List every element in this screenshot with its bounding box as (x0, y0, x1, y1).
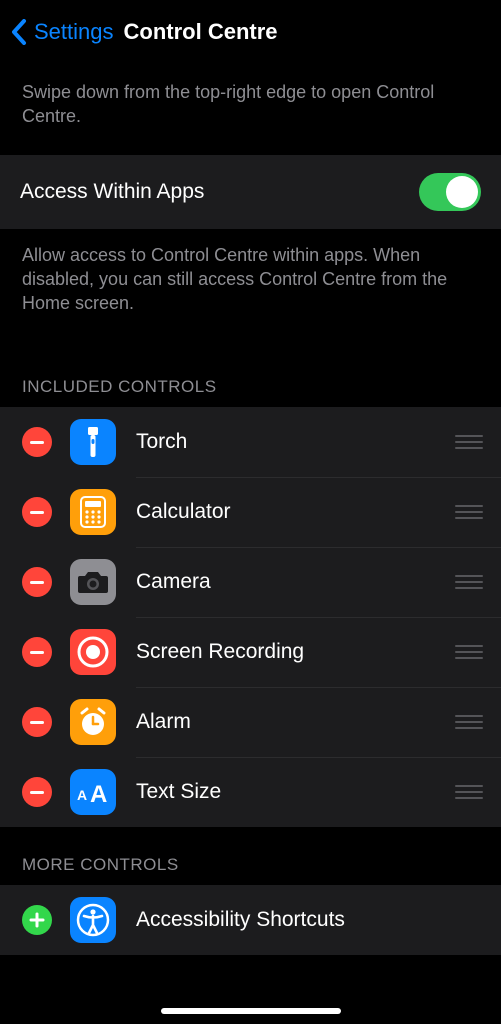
access-footer-text: Allow access to Control Centre within ap… (0, 229, 501, 350)
record-icon (70, 629, 116, 675)
remove-button[interactable] (22, 637, 52, 667)
access-within-apps-row: Access Within Apps (0, 155, 501, 229)
drag-handle[interactable] (455, 435, 483, 449)
row-label: Calculator (136, 500, 443, 524)
home-indicator[interactable] (161, 1008, 341, 1014)
row-label: Camera (136, 570, 443, 594)
row-label: Accessibility Shortcuts (136, 908, 483, 932)
camera-icon (70, 559, 116, 605)
navigation-bar: Settings Control Centre (0, 0, 501, 60)
content-scroll[interactable]: Swipe down from the top-right edge to op… (0, 60, 501, 1016)
back-label: Settings (34, 19, 114, 45)
remove-button[interactable] (22, 427, 52, 457)
page-title: Control Centre (124, 19, 278, 45)
more-controls-header: More Controls (0, 827, 501, 885)
svg-text:A: A (90, 781, 107, 806)
drag-handle[interactable] (455, 505, 483, 519)
torch-icon (70, 419, 116, 465)
row-label: Screen Recording (136, 640, 443, 664)
accessibility-icon (70, 897, 116, 943)
access-row-title: Access Within Apps (20, 180, 419, 204)
svg-text:A: A (77, 787, 87, 803)
remove-button[interactable] (22, 707, 52, 737)
remove-button[interactable] (22, 777, 52, 807)
access-toggle[interactable] (419, 173, 481, 211)
included-control-alarm: Alarm (0, 687, 501, 757)
intro-text: Swipe down from the top-right edge to op… (0, 60, 501, 155)
included-control-camera: Camera (0, 547, 501, 617)
add-button[interactable] (22, 905, 52, 935)
drag-handle[interactable] (455, 645, 483, 659)
included-control-torch: Torch (0, 407, 501, 477)
included-control-calculator: Calculator (0, 477, 501, 547)
included-control-screen-recording: Screen Recording (0, 617, 501, 687)
more-control-accessibility-shortcuts: Accessibility Shortcuts (0, 885, 501, 955)
text-size-icon: AA (70, 769, 116, 815)
back-button[interactable]: Settings (10, 18, 114, 46)
drag-handle[interactable] (455, 785, 483, 799)
drag-handle[interactable] (455, 575, 483, 589)
chevron-left-icon (10, 18, 28, 46)
row-label: Alarm (136, 710, 443, 734)
remove-button[interactable] (22, 567, 52, 597)
included-controls-header: Included Controls (0, 349, 501, 407)
included-control-text-size: AA Text Size (0, 757, 501, 827)
toggle-knob (446, 176, 478, 208)
row-label: Text Size (136, 780, 443, 804)
drag-handle[interactable] (455, 715, 483, 729)
alarm-icon (70, 699, 116, 745)
calculator-icon (70, 489, 116, 535)
remove-button[interactable] (22, 497, 52, 527)
row-label: Torch (136, 430, 443, 454)
